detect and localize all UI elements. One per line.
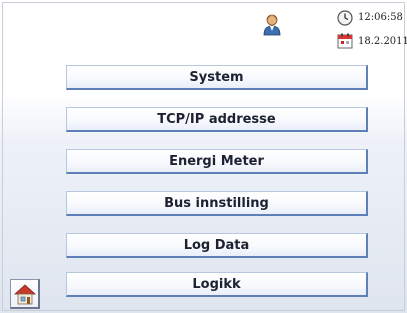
- system-button-label: System: [189, 69, 244, 85]
- logic-button-label: Logikk: [192, 276, 241, 292]
- bus-settings-button-label: Bus innstilling: [164, 195, 269, 211]
- date-display: 18.2.2011: [358, 36, 407, 47]
- tcpip-address-button[interactable]: TCP/IP addresse: [66, 107, 368, 132]
- clock-icon: [337, 10, 353, 26]
- logic-button[interactable]: Logikk: [66, 272, 368, 297]
- energy-meter-button[interactable]: Energi Meter: [66, 149, 368, 174]
- time-display: 12:06:58: [358, 12, 403, 23]
- user-icon[interactable]: [263, 14, 281, 36]
- tcpip-address-button-label: TCP/IP addresse: [157, 111, 276, 127]
- home-button[interactable]: [10, 279, 40, 309]
- log-data-button-label: Log Data: [183, 237, 250, 253]
- energy-meter-button-label: Energi Meter: [169, 153, 264, 169]
- calendar-icon: [337, 33, 353, 49]
- system-button[interactable]: System: [66, 65, 368, 90]
- log-data-button[interactable]: Log Data: [66, 233, 368, 258]
- home-icon: [13, 284, 37, 305]
- bus-settings-button[interactable]: Bus innstilling: [66, 191, 368, 216]
- main-menu-screen: 12:06:58 18.2.2011 System TCP/IP address…: [0, 0, 407, 313]
